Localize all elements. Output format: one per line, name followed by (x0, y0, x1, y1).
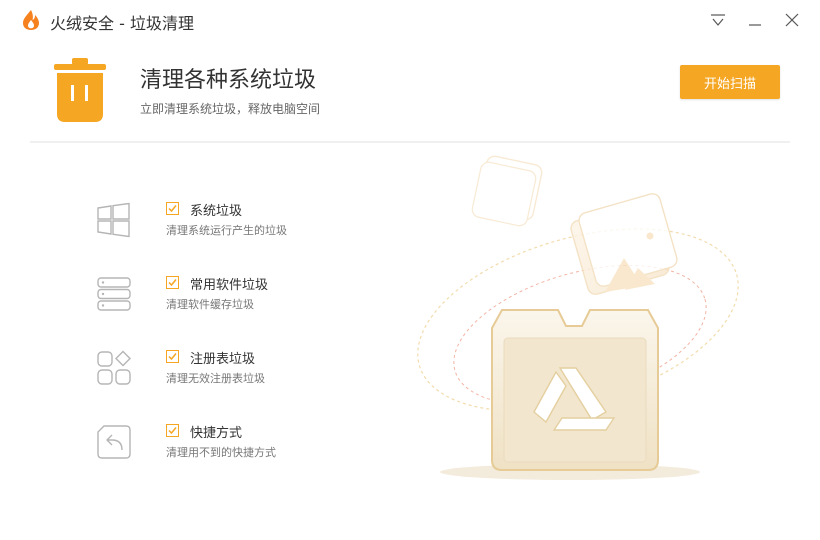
start-scan-button[interactable]: 开始扫描 (680, 65, 780, 99)
item-title: 注册表垃圾 (190, 352, 256, 367)
item-title: 系统垃圾 (190, 204, 243, 219)
check-icon (168, 353, 177, 361)
item-desc: 清理系统运行产生的垃圾 (166, 224, 287, 237)
grid-tiles-icon (97, 350, 131, 385)
header-divider (30, 141, 790, 143)
checkbox-software[interactable] (166, 276, 179, 289)
checkbox-system[interactable] (166, 202, 179, 215)
item-desc: 清理无效注册表垃圾 (166, 372, 265, 385)
checkbox-registry[interactable] (166, 350, 179, 363)
server-stack-icon (97, 277, 131, 311)
shortcut-icon (97, 425, 131, 459)
item-title: 快捷方式 (190, 426, 243, 441)
clean-item-shortcut[interactable]: 快捷方式 清理用不到的快捷方式 (96, 424, 426, 474)
check-icon (168, 279, 177, 287)
close-icon[interactable] (782, 10, 802, 30)
clean-item-software[interactable]: 常用软件垃圾 清理软件缓存垃圾 (96, 276, 426, 326)
check-icon (168, 427, 177, 435)
checkbox-shortcut[interactable] (166, 424, 179, 437)
page-subline: 立即清理系统垃圾，释放电脑空间 (140, 102, 321, 116)
menu-icon[interactable] (708, 10, 728, 30)
title-bar: 火绒安全 - 垃圾清理 (0, 0, 820, 40)
page-headline: 清理各种系统垃圾 (140, 68, 317, 93)
item-desc: 清理软件缓存垃圾 (166, 298, 254, 311)
check-icon (168, 205, 177, 213)
item-title: 常用软件垃圾 (190, 278, 269, 293)
clean-item-system[interactable]: 系统垃圾 清理系统运行产生的垃圾 (96, 202, 426, 252)
cleanup-illustration (417, 155, 739, 480)
clean-item-registry[interactable]: 注册表垃圾 清理无效注册表垃圾 (96, 350, 426, 400)
flame-logo-icon (23, 10, 39, 30)
item-desc: 清理用不到的快捷方式 (166, 446, 276, 459)
trash-bin-icon (54, 58, 106, 122)
windows-icon (97, 202, 130, 238)
window-title: 火绒安全 - 垃圾清理 (50, 14, 194, 33)
minimize-icon[interactable] (745, 10, 765, 30)
